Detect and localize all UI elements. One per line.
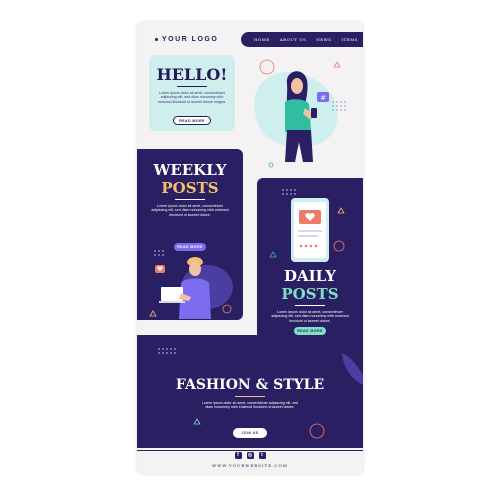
weekly-title-line2: POSTS [161, 179, 219, 197]
logo-text: YOUR LOGO [162, 36, 219, 43]
newsletter-page: YOUR LOGO HOME ABOUT US NEWS ITEMS HELLO… [137, 22, 363, 474]
social-icons: f ◎ t [137, 452, 363, 459]
daily-title-line1: DAILY [284, 267, 336, 285]
daily-title-line2: POSTS [281, 285, 339, 303]
website-url[interactable]: WWW.YOURWEBSITE.COM [137, 463, 363, 468]
man-with-laptop-illustration [149, 250, 233, 319]
daily-text: Lorem ipsum dolor sit amet, consectetuer… [271, 310, 349, 323]
daily-read-more-button[interactable]: READ MORE [294, 327, 326, 335]
logo[interactable]: YOUR LOGO [155, 36, 218, 43]
weekly-title-line1: WEEKLY [153, 161, 227, 179]
fashion-divider [235, 396, 265, 397]
fashion-text: Lorem ipsum dolor sit amet, consectetuer… [201, 401, 299, 410]
fashion-title: FASHION & STYLE [175, 377, 325, 393]
weekly-divider [175, 199, 205, 200]
hello-read-more-button[interactable]: READ MORE [173, 116, 211, 125]
twitter-icon[interactable]: t [258, 452, 266, 459]
facebook-icon[interactable]: f [234, 452, 242, 459]
hello-divider [177, 86, 207, 87]
instagram-icon[interactable]: ◎ [246, 452, 254, 459]
hello-text: Lorem ipsum dolor sit amet, consectetuer… [158, 91, 226, 104]
logo-dot-icon [155, 37, 158, 41]
footer-divider [137, 450, 363, 451]
daily-posts-card: DAILY POSTS Lorem ipsum dolor sit amet, … [257, 178, 363, 350]
top-nav: HOME ABOUT US NEWS ITEMS [241, 32, 363, 47]
daily-divider [295, 305, 325, 306]
weekly-text: Lorem ipsum dolor sit amet, consectetuer… [151, 204, 229, 217]
weekly-posts-card: WEEKLY POSTS Lorem ipsum dolor sit amet,… [137, 149, 243, 320]
hello-title: HELLO! [156, 65, 228, 84]
woman-with-phone-illustration: # [254, 59, 346, 168]
fashion-style-section: FASHION & STYLE Lorem ipsum dolor sit am… [137, 335, 363, 448]
hello-card: HELLO! Lorem ipsum dolor sit amet, conse… [149, 55, 235, 131]
phone-with-heart-illustration [269, 189, 345, 262]
svg-text:#: # [320, 94, 326, 102]
nav-items[interactable]: ITEMS [341, 37, 358, 42]
nav-news[interactable]: NEWS [316, 37, 331, 42]
join-us-button[interactable]: JOIN US [233, 428, 267, 438]
nav-home[interactable]: HOME [254, 37, 270, 42]
nav-about-us[interactable]: ABOUT US [280, 37, 307, 42]
